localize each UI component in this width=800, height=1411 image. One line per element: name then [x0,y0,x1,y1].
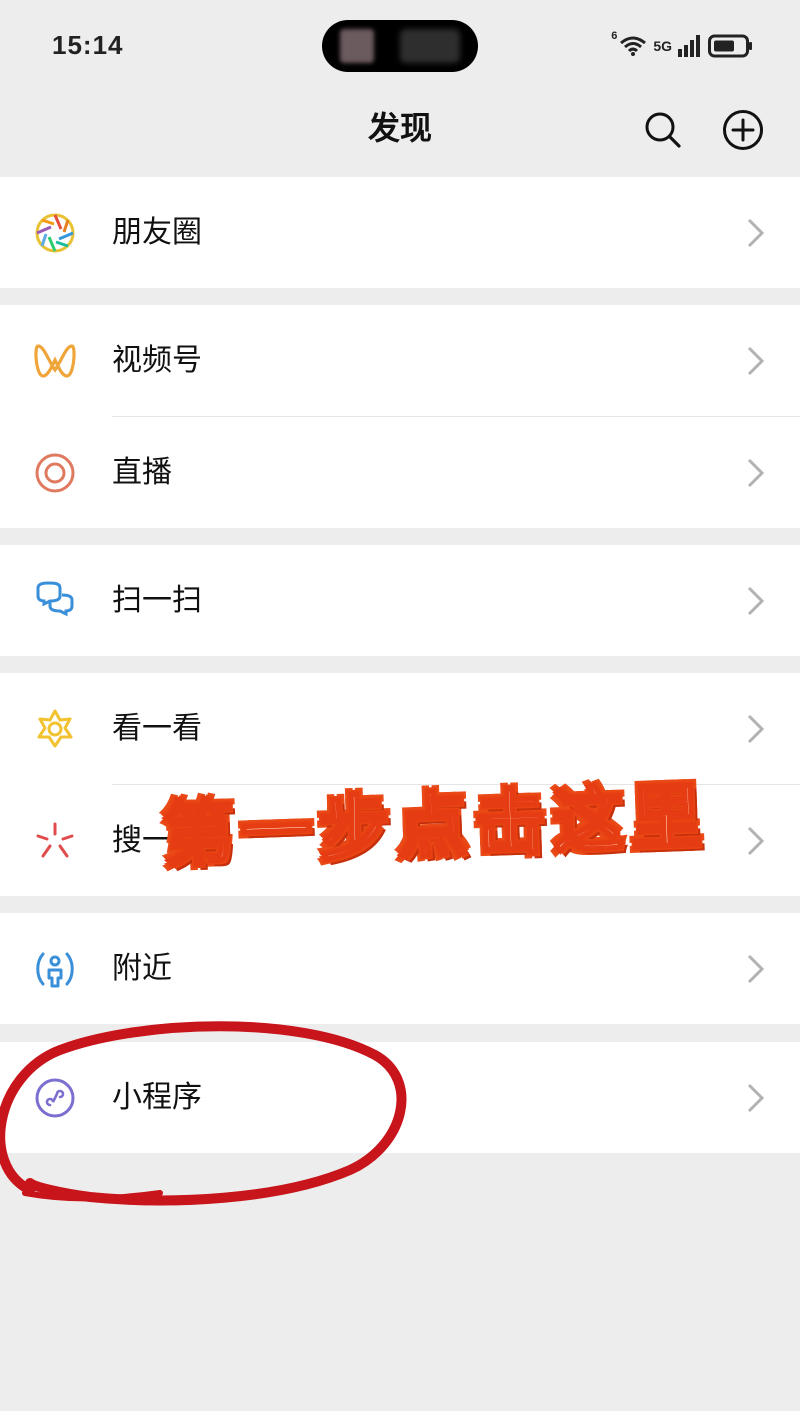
instruction-annotation: 第一步点击这里 [160,772,712,877]
menu-item-label: 朋友圈 [112,215,202,250]
chevron-right-icon [747,954,765,984]
blurred-indicator [400,29,460,63]
status-time: 15:14 [52,30,124,60]
dynamic-island [322,20,478,72]
menu-group-moments: 朋友圈 [0,177,800,288]
menu-item-nearby[interactable]: 附近 [0,913,800,1024]
channels-icon [34,340,76,382]
signal-icon [678,35,700,57]
battery-icon [708,34,752,58]
search-sparkle-icon [34,820,76,862]
menu-group-nearby: 附近 [0,913,800,1024]
menu-group-channels: 视频号 直播 [0,305,800,528]
menu-item-channels[interactable]: 视频号 [0,305,800,416]
menu-item-scan[interactable]: 扫一扫 [0,545,800,656]
menu-item-label: 视频号 [112,343,202,378]
menu-item-label: 看一看 [112,711,202,746]
blurred-indicator [340,29,374,63]
top-stories-icon [34,708,76,750]
scan-icon [34,580,76,622]
highlight-circle [0,1021,407,1206]
plus-circle-icon [723,110,763,150]
status-bar: 15:14 6 5G [0,0,800,92]
chevron-right-icon [747,1083,765,1113]
search-icon [645,112,681,148]
chevron-right-icon [747,714,765,744]
live-icon [34,452,76,494]
network-label: 5G [653,38,672,54]
chevron-right-icon [747,218,765,248]
header: 发现 [0,92,800,176]
menu-group-scan: 扫一扫 [0,545,800,656]
wifi-icon [620,36,647,56]
chevron-right-icon [747,346,765,376]
nearby-icon [34,948,76,990]
moments-icon [34,212,76,254]
chevron-right-icon [747,586,765,616]
menu-item-live[interactable]: 直播 [0,417,800,528]
menu-item-label: 直播 [112,455,172,490]
wifi-label: 6 [611,30,618,42]
menu-item-label: 附近 [112,951,172,986]
menu-item-moments[interactable]: 朋友圈 [0,177,800,288]
chevron-right-icon [747,458,765,488]
add-button[interactable] [721,108,765,152]
menu-item-label: 扫一扫 [112,583,202,618]
status-icons: 6 5G [611,30,754,62]
search-button[interactable] [641,108,685,152]
